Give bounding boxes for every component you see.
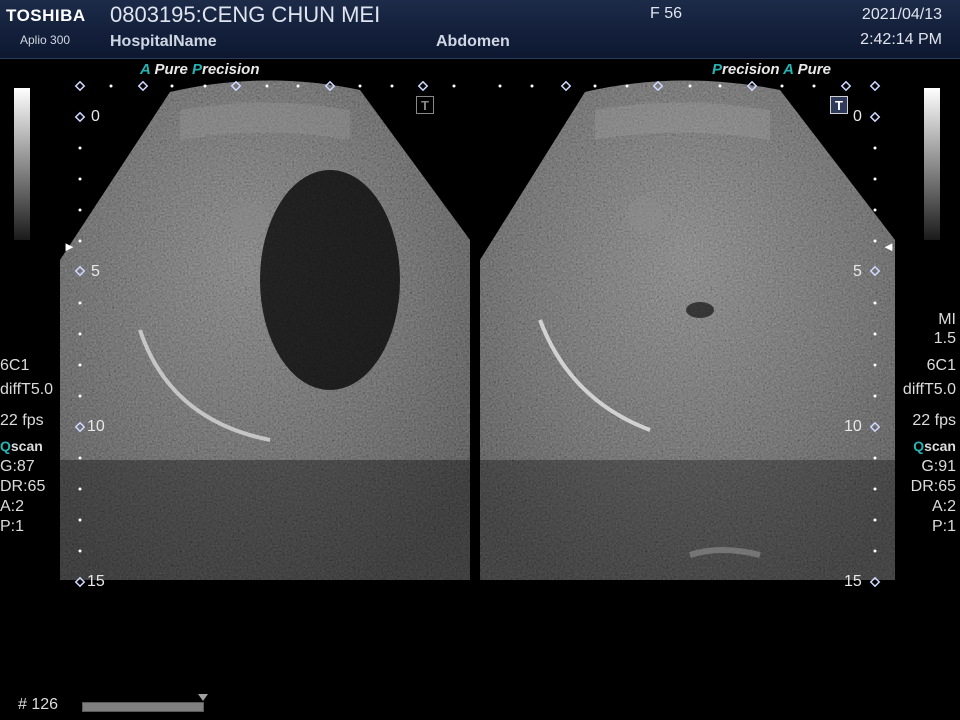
fps-right: 22 fps [912, 412, 956, 429]
mode-right: diffT5.0 [902, 381, 956, 398]
frame-number: # 126 [18, 696, 59, 713]
mi-value: 1.5 [933, 330, 956, 347]
qscan-left: Qscan [0, 438, 43, 454]
apure-precision-logo-left: A Pure Precision [140, 61, 260, 78]
probe-left: 6C1 [0, 357, 30, 374]
a-value-left: A:2 [0, 498, 25, 515]
dynamic-range-right: DR:65 [910, 478, 956, 495]
ultrasound-image [60, 80, 895, 588]
t-marker-right-icon[interactable]: T [830, 96, 848, 114]
depth-label-left-15: 15 [87, 573, 105, 590]
probe-right: 6C1 [926, 357, 956, 374]
fps-left: 22 fps [0, 412, 44, 429]
depth-label-right-15: 15 [844, 573, 862, 590]
p-value-right: P:1 [931, 518, 956, 535]
depth-label-left-5: 5 [91, 263, 100, 280]
depth-label-right-0: 0 [853, 108, 862, 125]
apure-precision-logo-right: Precision A Pure [712, 61, 831, 78]
qscan-right: Qscan [913, 438, 956, 454]
depth-label-left-10: 10 [87, 418, 105, 435]
p-value-left: P:1 [0, 518, 25, 535]
gain-right: G:91 [921, 458, 956, 475]
focus-marker-right-icon[interactable]: ► [882, 239, 895, 254]
t-marker-left-icon[interactable]: T [416, 96, 434, 114]
cine-scrollbar[interactable] [82, 702, 204, 712]
mode-left: diffT5.0 [0, 381, 54, 398]
depth-label-right-5: 5 [853, 263, 862, 280]
grayscale-bar-left [14, 88, 30, 240]
a-value-right: A:2 [931, 498, 956, 515]
grayscale-bar-right [924, 88, 940, 240]
depth-label-left-0: 0 [91, 108, 100, 125]
depth-label-right-10: 10 [844, 418, 862, 435]
mi-label: MI [938, 311, 956, 328]
dynamic-range-left: DR:65 [0, 478, 46, 495]
cine-position-marker-icon[interactable] [198, 694, 208, 701]
gain-left: G:87 [0, 458, 35, 475]
focus-marker-left-icon[interactable]: ► [63, 240, 76, 253]
